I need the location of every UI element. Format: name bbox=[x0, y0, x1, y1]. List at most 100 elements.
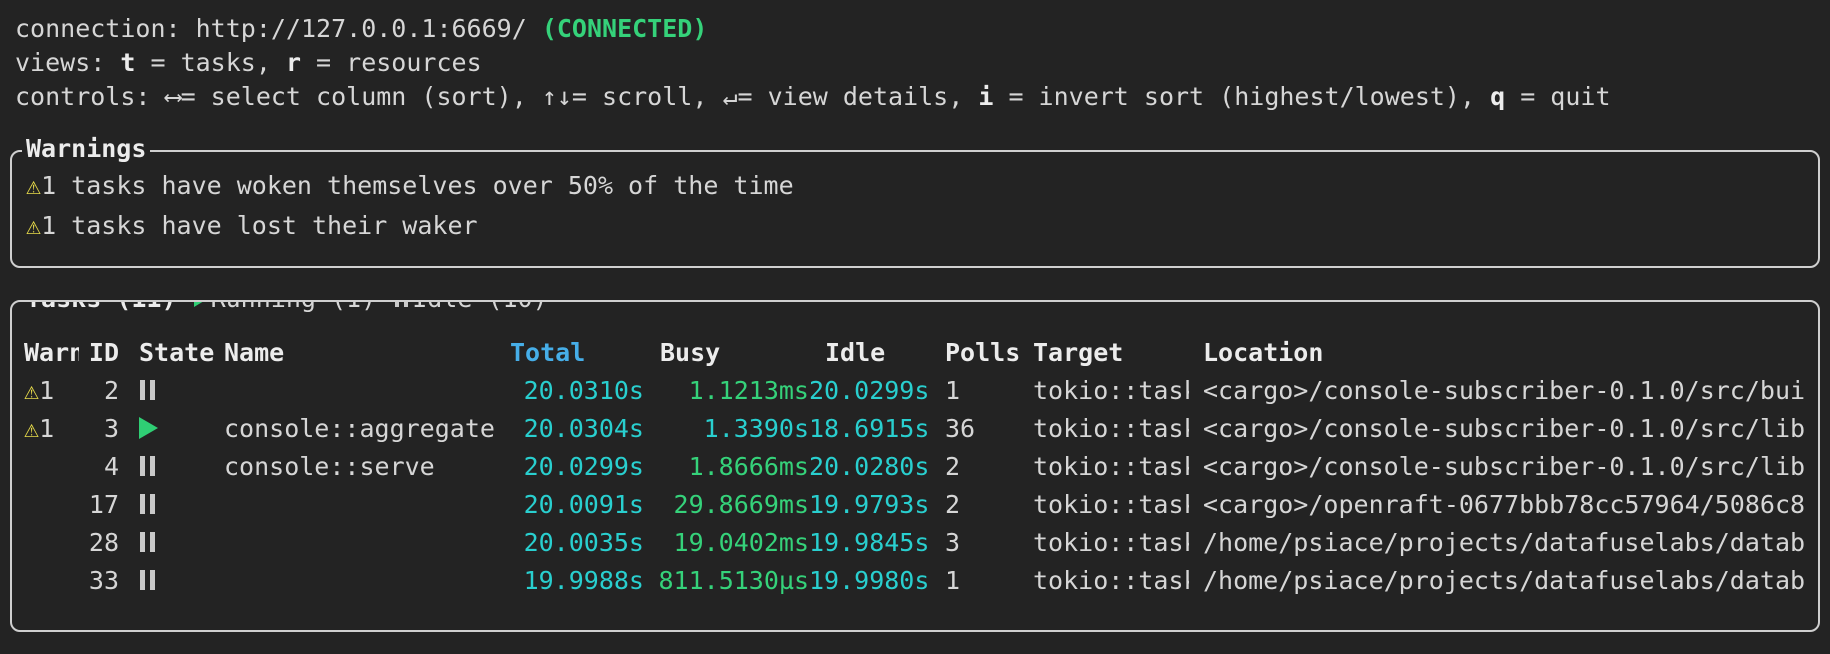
controls-invert-text: = invert sort (highest/lowest), bbox=[993, 82, 1490, 111]
tokio-console-screen: connection: http://127.0.0.1:6669/ (CONN… bbox=[0, 0, 1830, 632]
column-header-id[interactable]: ID bbox=[79, 334, 119, 372]
running-icon bbox=[139, 417, 158, 439]
task-name bbox=[224, 562, 494, 600]
table-row[interactable]: ⚠ 17 20.0091s 29.8669ms 19.9793s 2 tokio… bbox=[24, 486, 1806, 524]
task-name: console::aggregate bbox=[224, 410, 494, 448]
task-total: 20.0299s bbox=[494, 448, 644, 486]
task-idle: 20.0299s bbox=[809, 372, 929, 410]
task-total: 19.9988s bbox=[494, 562, 644, 600]
warn-count: 1 bbox=[39, 414, 54, 443]
state-cell bbox=[119, 410, 224, 448]
warning-text: 1 tasks have lost their waker bbox=[41, 211, 478, 240]
warning-text: 1 tasks have woken themselves over 50% o… bbox=[41, 171, 794, 200]
column-header-idle[interactable]: Idle bbox=[809, 334, 929, 372]
task-busy: 1.3390s bbox=[644, 410, 809, 448]
task-id: 4 bbox=[79, 448, 119, 486]
warn-cell: ⚠ bbox=[24, 562, 79, 600]
warn-count: 1 bbox=[39, 376, 54, 405]
task-name: console::serve bbox=[224, 448, 494, 486]
warning-icon: ⚠ bbox=[24, 414, 39, 443]
table-row[interactable]: ⚠1 3 console::aggregate 20.0304s 1.3390s… bbox=[24, 410, 1806, 448]
warn-cell: ⚠ bbox=[24, 486, 79, 524]
task-name bbox=[224, 372, 494, 410]
key-resources: r bbox=[286, 48, 301, 77]
task-location: /home/psiace/projects/datafuselabs/datab… bbox=[1189, 562, 1806, 600]
task-target: tokio::task bbox=[1019, 486, 1189, 524]
warning-item: ⚠1 tasks have lost their waker bbox=[26, 206, 1802, 246]
paused-icon bbox=[140, 570, 155, 590]
column-header-polls[interactable]: Polls bbox=[929, 334, 1019, 372]
views-label: views: bbox=[15, 48, 120, 77]
state-cell bbox=[119, 372, 224, 410]
task-id: 3 bbox=[79, 410, 119, 448]
warning-icon: ⚠ bbox=[24, 376, 39, 405]
task-id: 33 bbox=[79, 562, 119, 600]
table-row[interactable]: ⚠ 33 19.9988s 811.5130µs 19.9980s 1 toki… bbox=[24, 562, 1806, 600]
views-tasks-text: = tasks, bbox=[135, 48, 286, 77]
controls-line: controls: ⟷= select column (sort), ↑↓= s… bbox=[15, 80, 1830, 114]
idle-count-label: Idle (10) bbox=[412, 300, 547, 315]
column-header-name[interactable]: Name bbox=[224, 334, 494, 372]
task-polls: 1 bbox=[929, 372, 1019, 410]
task-location: <cargo>/console-subscriber-0.1.0/src/bui… bbox=[1189, 372, 1806, 410]
column-header-target[interactable]: Target bbox=[1019, 334, 1189, 372]
task-idle: 19.9980s bbox=[809, 562, 929, 600]
warn-cell: ⚠ bbox=[24, 524, 79, 562]
state-cell bbox=[119, 448, 224, 486]
warn-cell: ⚠1 bbox=[24, 410, 79, 448]
task-id: 17 bbox=[79, 486, 119, 524]
task-idle: 19.9793s bbox=[809, 486, 929, 524]
warning-icon: ⚠ bbox=[26, 211, 41, 240]
paused-icon bbox=[140, 494, 155, 514]
connection-url: http://127.0.0.1:6669/ bbox=[196, 14, 542, 43]
connection-status-badge: (CONNECTED) bbox=[542, 14, 708, 43]
task-name bbox=[224, 486, 494, 524]
task-busy: 1.1213ms bbox=[644, 372, 809, 410]
task-total: 20.0310s bbox=[494, 372, 644, 410]
controls-details-text: = view details, bbox=[738, 82, 979, 111]
task-target: tokio::task bbox=[1019, 524, 1189, 562]
task-busy: 1.8666ms bbox=[644, 448, 809, 486]
column-header-location[interactable]: Location bbox=[1189, 334, 1806, 372]
task-busy: 19.0402ms bbox=[644, 524, 809, 562]
task-polls: 1 bbox=[929, 562, 1019, 600]
up-down-arrow-icon: ↑↓ bbox=[542, 82, 572, 111]
task-total: 20.0304s bbox=[494, 410, 644, 448]
task-location: <cargo>/console-subscriber-0.1.0/src/lib… bbox=[1189, 410, 1806, 448]
task-polls: 2 bbox=[929, 486, 1019, 524]
warn-cell: ⚠ bbox=[24, 448, 79, 486]
views-resources-text: = resources bbox=[301, 48, 482, 77]
warnings-panel: Warnings ⚠1 tasks have woken themselves … bbox=[10, 150, 1820, 268]
task-total: 20.0035s bbox=[494, 524, 644, 562]
task-name bbox=[224, 524, 494, 562]
task-location: <cargo>/openraft-0677bbb78cc57964/5086c8… bbox=[1189, 486, 1806, 524]
paused-icon bbox=[140, 456, 155, 476]
tasks-panel-title: Tasks (11) Running (1) Idle (10) bbox=[22, 300, 552, 315]
key-tasks: t bbox=[120, 48, 135, 77]
controls-scroll-text: = scroll, bbox=[572, 82, 723, 111]
table-row[interactable]: ⚠1 2 20.0310s 1.1213ms 20.0299s 1 tokio:… bbox=[24, 372, 1806, 410]
state-cell bbox=[119, 562, 224, 600]
task-polls: 2 bbox=[929, 448, 1019, 486]
views-line: views: t = tasks, r = resources bbox=[15, 46, 1830, 80]
task-target: tokio::task bbox=[1019, 562, 1189, 600]
table-row[interactable]: ⚠ 28 20.0035s 19.0402ms 19.9845s 3 tokio… bbox=[24, 524, 1806, 562]
task-polls: 3 bbox=[929, 524, 1019, 562]
task-total: 20.0091s bbox=[494, 486, 644, 524]
task-target: tokio::task bbox=[1019, 448, 1189, 486]
column-header-warn[interactable]: Warn bbox=[24, 334, 79, 372]
status-header: connection: http://127.0.0.1:6669/ (CONN… bbox=[0, 0, 1830, 114]
task-busy: 811.5130µs bbox=[644, 562, 809, 600]
controls-quit-text: = quit bbox=[1505, 82, 1610, 111]
enter-arrow-icon: ↵ bbox=[722, 82, 737, 111]
task-target: tokio::task bbox=[1019, 410, 1189, 448]
column-header-total-sorted[interactable]: Total bbox=[494, 334, 644, 372]
column-header-state[interactable]: State bbox=[119, 334, 224, 372]
state-cell bbox=[119, 486, 224, 524]
paused-icon bbox=[140, 532, 155, 552]
column-header-busy[interactable]: Busy bbox=[644, 334, 809, 372]
paused-icon bbox=[140, 380, 155, 400]
table-row[interactable]: ⚠ 4 console::serve 20.0299s 1.8666ms 20.… bbox=[24, 448, 1806, 486]
task-polls: 36 bbox=[929, 410, 1019, 448]
task-id: 28 bbox=[79, 524, 119, 562]
